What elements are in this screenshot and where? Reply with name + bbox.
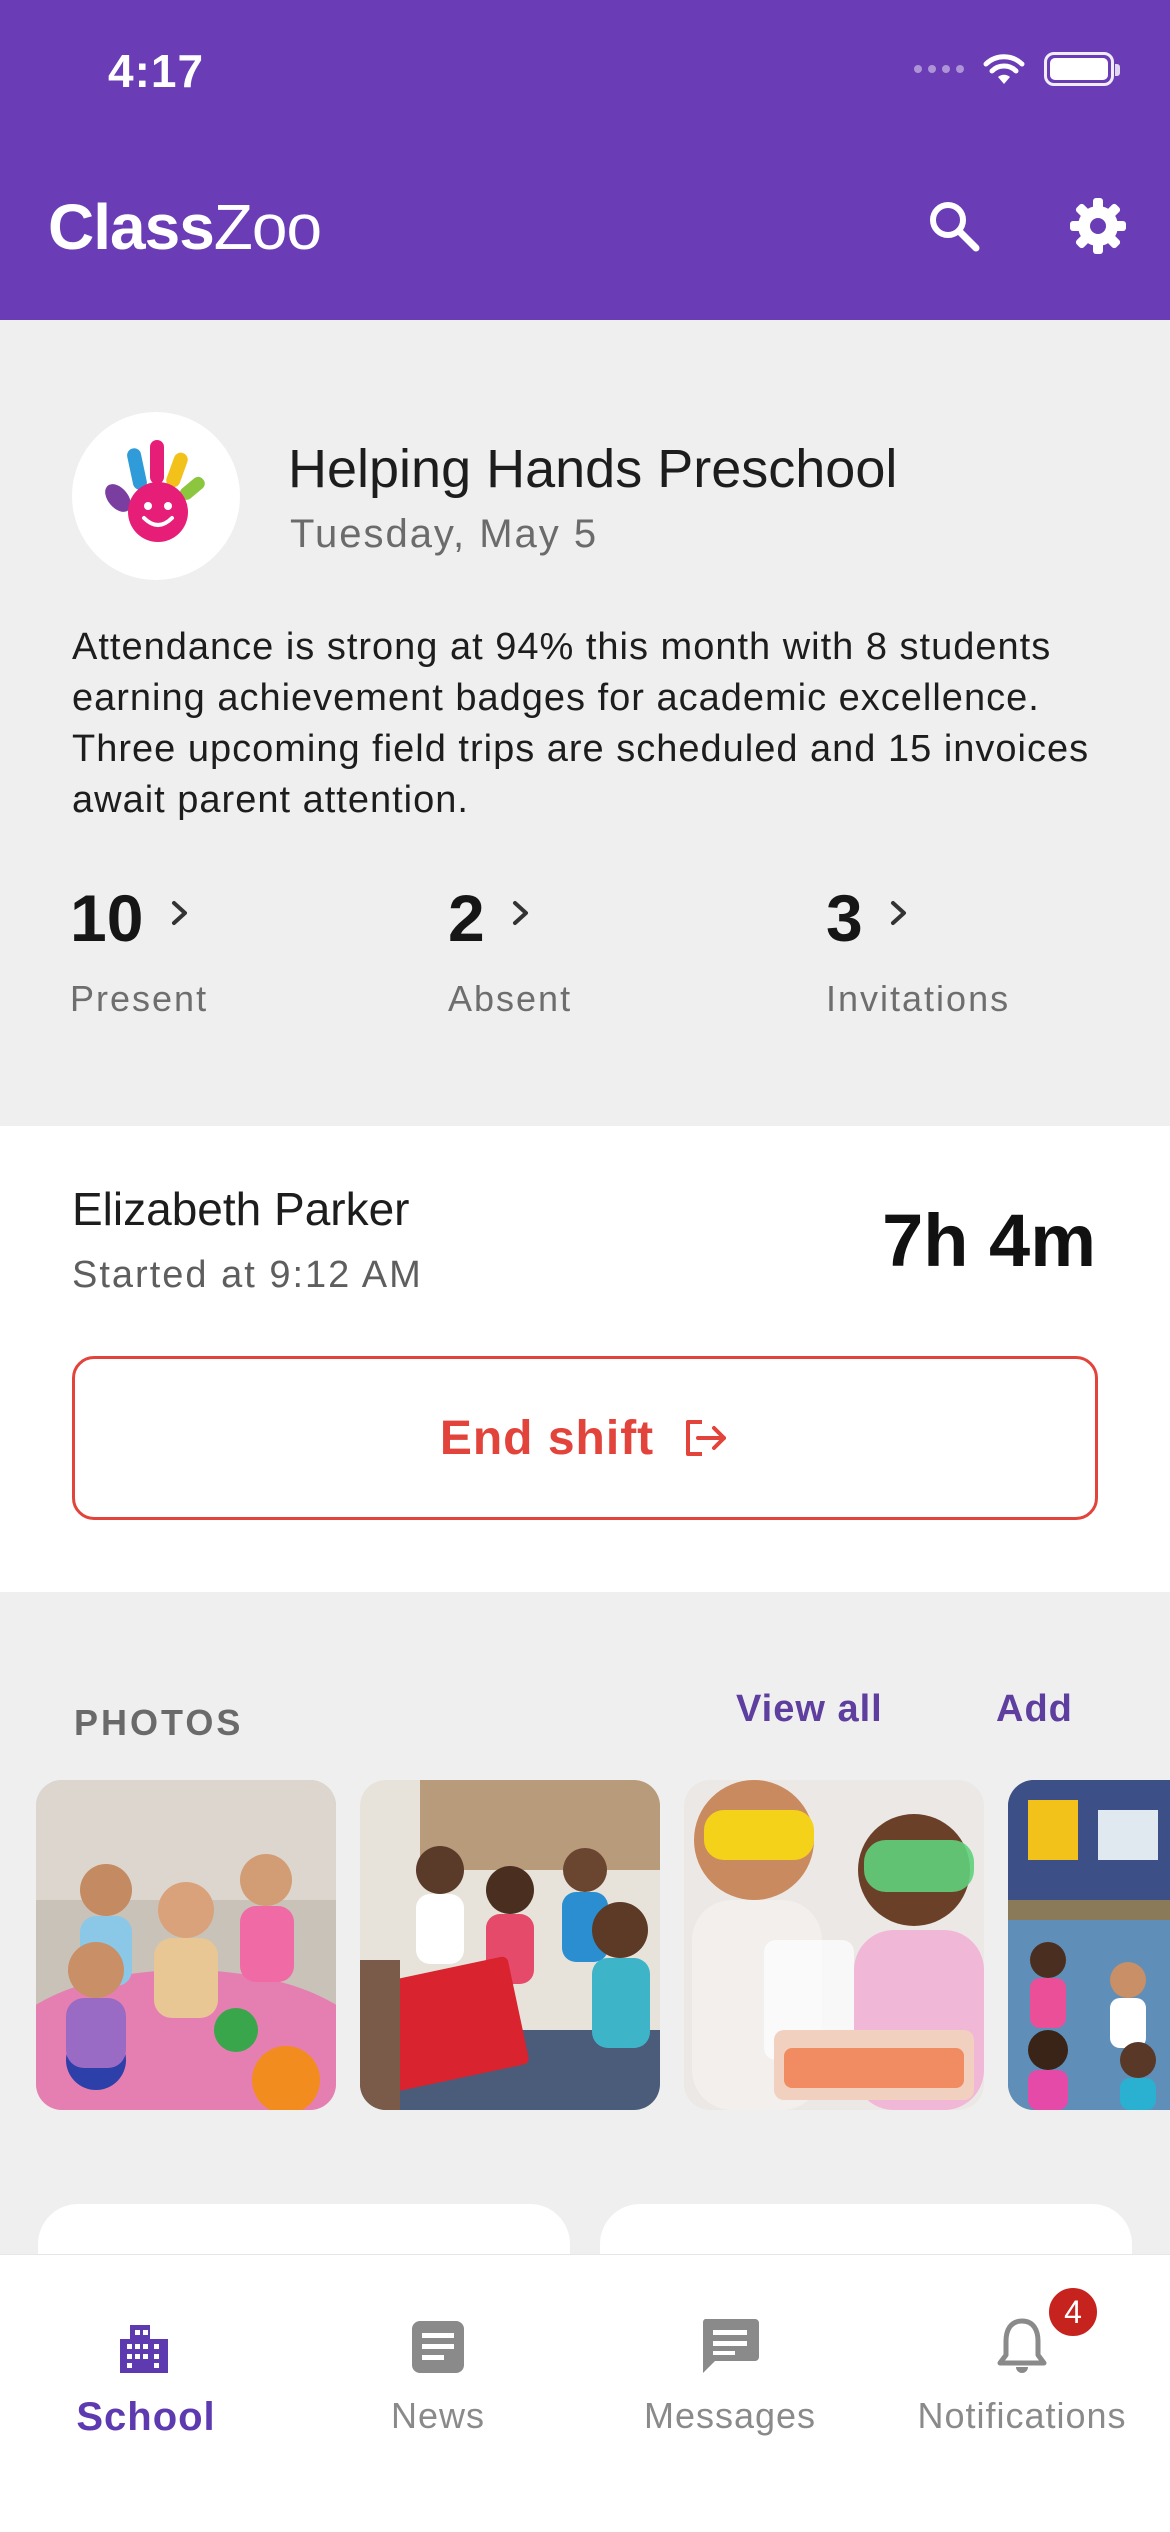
status-icons (914, 52, 1120, 86)
school-logo (72, 412, 240, 580)
gear-icon (1070, 198, 1126, 254)
chevron-right-icon (891, 901, 907, 925)
absent-label: Absent (448, 978, 573, 1019)
bottom-tab-bar: School News Messages 4 Notifications (0, 2254, 1170, 2532)
notifications-badge: 4 (1046, 2285, 1100, 2339)
photo-classroom-play (1008, 1780, 1170, 2110)
photos-title: PHOTOS (74, 1702, 244, 1743)
present-stat[interactable]: 10 Present (70, 880, 208, 1020)
photo-thumbnail[interactable] (36, 1780, 336, 2110)
search-button[interactable] (918, 190, 990, 262)
photo-children-sitting (36, 1780, 336, 2110)
chevron-right-icon (513, 901, 529, 925)
app-logo-wordmark: ClassZoo (48, 191, 322, 263)
photo-story-time (360, 1780, 660, 2110)
search-icon (930, 202, 980, 252)
settings-button[interactable] (1062, 190, 1134, 262)
end-shift-label: End shift (439, 1411, 655, 1465)
tab-news-label: News (390, 2395, 486, 2436)
photos-section: PHOTOS View all Add (0, 1592, 1170, 2232)
school-summary: Helping Hands Preschool Tuesday, May 5 A… (0, 320, 1170, 1126)
status-time: 4:17 (108, 45, 205, 97)
add-photo-link[interactable]: Add (996, 1688, 1073, 1731)
shift-start-time: Started at 9:12 AM (72, 1254, 423, 1296)
tab-school-label: School (76, 2395, 216, 2439)
school-building-icon (120, 2325, 168, 2373)
school-summary-text: Attendance is strong at 94% this month w… (72, 626, 1090, 821)
message-icon (702, 2319, 759, 2373)
app-screen: 4:17 ClassZoo Helping Hands Preschool Tu… (0, 0, 1170, 2532)
shift-duration: 7h 4m (882, 1199, 1096, 1282)
tab-school[interactable]: School (0, 2285, 292, 2440)
shift-card: Elizabeth Parker Started at 9:12 AM 7h 4… (0, 1126, 1170, 1592)
school-name: Helping Hands Preschool (288, 439, 898, 499)
invitations-count: 3 (826, 881, 863, 955)
present-count: 10 (70, 881, 144, 955)
photo-thumbnail[interactable] (684, 1780, 984, 2110)
tab-news[interactable]: News (292, 2285, 584, 2437)
battery-icon (1044, 52, 1120, 86)
handprint-logo-icon (105, 440, 205, 542)
logout-icon (686, 1420, 727, 1456)
photo-science-goggles (684, 1780, 984, 2110)
absent-count: 2 (448, 881, 485, 955)
chevron-right-icon (171, 901, 187, 925)
bell-icon (997, 2318, 1047, 2373)
tab-notifications-label: Notifications (917, 2395, 1127, 2436)
tab-notifications[interactable]: 4 Notifications (876, 2285, 1168, 2437)
staff-name: Elizabeth Parker (72, 1183, 410, 1235)
end-shift-button[interactable]: End shift (72, 1356, 1098, 1520)
present-label: Present (70, 978, 209, 1019)
absent-stat[interactable]: 2 Absent (448, 880, 572, 1020)
view-all-photos-link[interactable]: View all (736, 1688, 883, 1731)
tab-messages[interactable]: Messages (584, 2285, 876, 2437)
news-icon (412, 2321, 464, 2373)
invitations-label: Invitations (826, 978, 1011, 1019)
app-header: 4:17 ClassZoo (0, 0, 1170, 320)
cellular-signal-icon (914, 65, 964, 73)
school-date: Tuesday, May 5 (290, 512, 599, 556)
wifi-icon (983, 54, 1025, 84)
invitations-stat[interactable]: 3 Invitations (826, 880, 1010, 1020)
photo-thumbnail[interactable] (1008, 1780, 1170, 2110)
tab-messages-label: Messages (643, 2395, 817, 2436)
photo-thumbnail[interactable] (360, 1780, 660, 2110)
